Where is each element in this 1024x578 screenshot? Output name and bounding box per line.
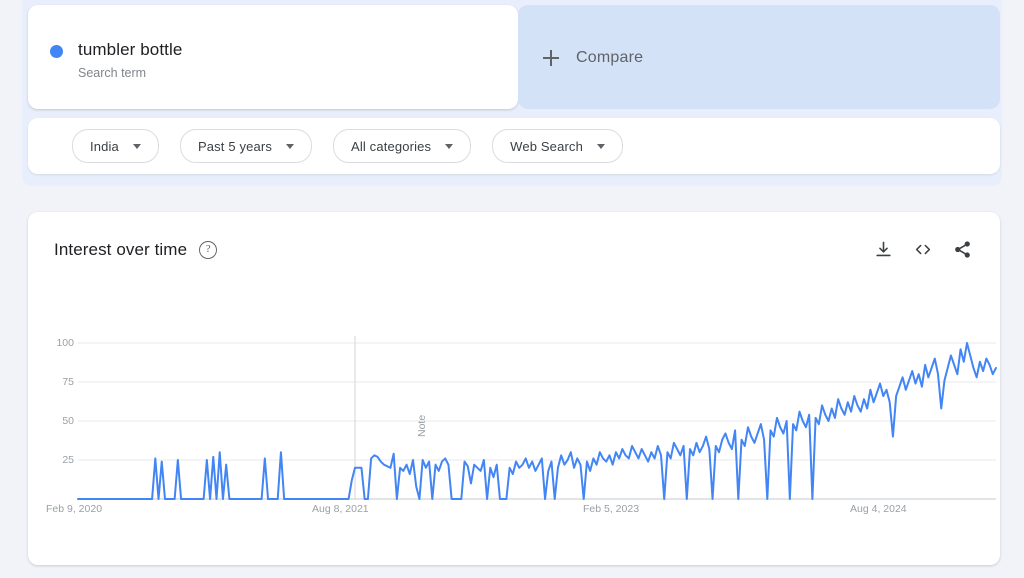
x-tick-3: Aug 4, 2024 bbox=[850, 503, 907, 515]
filter-category-label: All categories bbox=[351, 138, 432, 154]
chart-plot-area: 100 75 50 25 Feb 9, 2020 Aug 8, 2021 Feb… bbox=[28, 212, 1000, 565]
search-term-card[interactable]: tumbler bottle Search term bbox=[28, 5, 518, 109]
filter-time-range[interactable]: Past 5 years bbox=[179, 129, 313, 163]
chevron-down-icon bbox=[596, 143, 605, 149]
filter-location-label: India bbox=[90, 138, 119, 154]
filters-row: India Past 5 years All categories Web Se… bbox=[72, 129, 623, 163]
compare-label: Compare bbox=[576, 49, 644, 66]
filter-category[interactable]: All categories bbox=[333, 129, 472, 163]
search-term-content: tumbler bottle Search term bbox=[50, 39, 182, 82]
query-panel: tumbler bottle Search term Compare India… bbox=[22, 0, 1002, 186]
search-term-title: tumbler bottle bbox=[78, 40, 183, 59]
compare-card[interactable]: Compare bbox=[518, 5, 1000, 109]
search-term-texts: tumbler bottle Search term bbox=[78, 39, 182, 82]
y-tick-25: 25 bbox=[62, 454, 74, 466]
series-color-dot bbox=[50, 45, 63, 58]
y-tick-75: 75 bbox=[62, 376, 74, 388]
filter-time-range-label: Past 5 years bbox=[197, 138, 273, 154]
add-compare-button[interactable]: Compare bbox=[542, 49, 643, 67]
x-tick-0: Feb 9, 2020 bbox=[46, 503, 103, 515]
y-tick-100: 100 bbox=[56, 337, 74, 349]
filter-location[interactable]: India bbox=[72, 129, 159, 163]
chevron-down-icon bbox=[445, 143, 454, 149]
filter-search-type-label: Web Search bbox=[510, 138, 583, 154]
filters-card: India Past 5 years All categories Web Se… bbox=[28, 118, 1000, 174]
plus-icon bbox=[542, 49, 560, 67]
search-term-subtitle: Search term bbox=[78, 66, 147, 80]
x-tick-2: Feb 5, 2023 bbox=[583, 503, 640, 515]
note-annotation-label: Note bbox=[416, 414, 428, 437]
y-tick-50: 50 bbox=[62, 415, 74, 427]
interest-over-time-card: Interest over time ? 100 75 50 25 Feb 9,… bbox=[28, 212, 1000, 565]
filter-search-type[interactable]: Web Search bbox=[492, 129, 623, 163]
x-tick-1: Aug 8, 2021 bbox=[312, 503, 369, 515]
chevron-down-icon bbox=[132, 143, 141, 149]
chevron-down-icon bbox=[286, 143, 295, 149]
